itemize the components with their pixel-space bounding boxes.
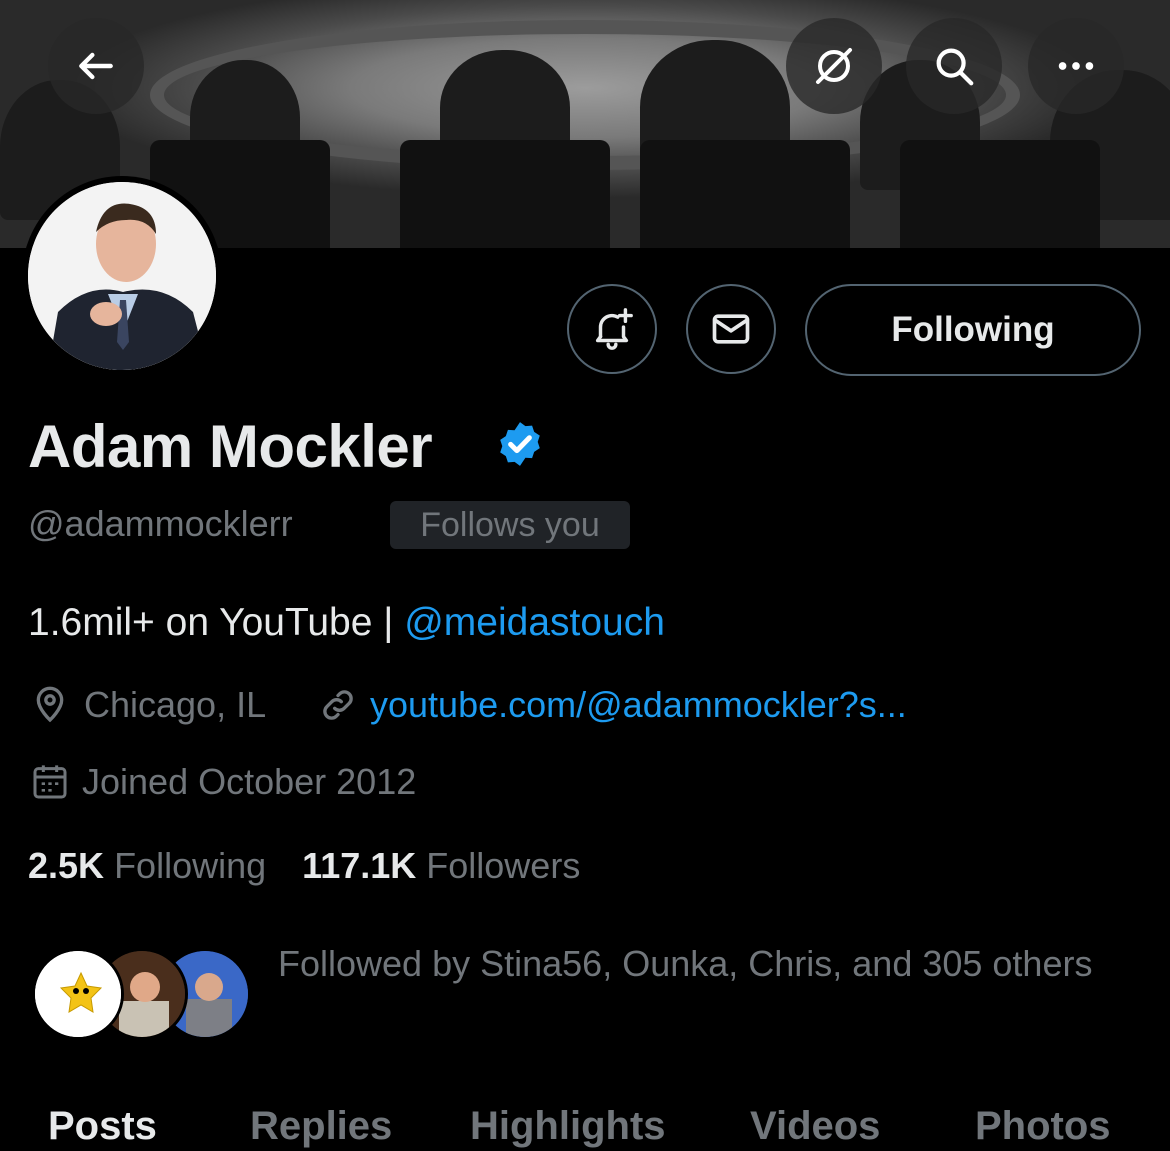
- person-illustration: [28, 182, 216, 370]
- profile-tabs: Posts Replies Highlights Videos Photos: [0, 1104, 1170, 1151]
- message-button[interactable]: [686, 284, 776, 374]
- more-button[interactable]: [1028, 18, 1124, 114]
- followers-label: Followers: [426, 845, 581, 886]
- follows-you-badge: Follows you: [390, 501, 630, 549]
- followers-count: 117.1K: [302, 845, 417, 886]
- translate-off-button[interactable]: [786, 18, 882, 114]
- more-icon: [1058, 62, 1094, 70]
- profile-page: Following Adam Mockler @adammocklerr Fol…: [0, 0, 1170, 1151]
- user-handle: @adammocklerr: [28, 503, 293, 544]
- avatar-photo: [28, 182, 216, 370]
- mail-icon: [712, 314, 750, 344]
- follow-stats: 2.5K Following 117.1K Followers: [28, 845, 580, 887]
- verified-badge-icon: [500, 422, 540, 466]
- bio-text: 1.6mil+ on YouTube |: [28, 601, 405, 644]
- search-icon: [936, 48, 974, 86]
- followed-by-text[interactable]: Followed by Stina56, Ounka, Chris, and 3…: [278, 935, 1098, 993]
- link-icon: [323, 690, 353, 720]
- tab-highlights[interactable]: Highlights: [470, 1104, 666, 1149]
- tab-photos[interactable]: Photos: [975, 1104, 1111, 1149]
- tab-replies[interactable]: Replies: [250, 1104, 392, 1149]
- calendar-icon: [33, 765, 67, 799]
- following-count: 2.5K: [28, 845, 105, 886]
- following-stat[interactable]: 2.5K Following: [28, 845, 266, 886]
- website-link[interactable]: youtube.com/@adammockler?s...: [370, 684, 907, 726]
- website-row[interactable]: youtube.com/@adammockler?s...: [318, 684, 907, 726]
- location-row: Chicago, IL: [30, 684, 266, 726]
- following-label: Following: [114, 845, 267, 886]
- display-name: Adam Mockler: [28, 413, 433, 480]
- arrow-left-icon: [79, 52, 113, 80]
- banner-chair: [640, 140, 850, 248]
- back-button[interactable]: [48, 18, 144, 114]
- location-pin-icon: [36, 686, 64, 723]
- tab-posts[interactable]: Posts: [48, 1104, 157, 1149]
- profile-bio: 1.6mil+ on YouTube | @meidastouch: [28, 601, 665, 645]
- notify-button[interactable]: [567, 284, 657, 374]
- following-button[interactable]: Following: [805, 284, 1141, 376]
- joined-row: Joined October 2012: [30, 761, 416, 803]
- translate-off-icon: [816, 48, 852, 84]
- location-text: Chicago, IL: [84, 684, 267, 725]
- search-button[interactable]: [906, 18, 1002, 114]
- followers-stat[interactable]: 117.1K Followers: [302, 845, 580, 886]
- profile-avatar[interactable]: [22, 176, 222, 376]
- banner-chair: [900, 140, 1100, 248]
- tab-videos[interactable]: Videos: [750, 1104, 880, 1149]
- joined-text: Joined October 2012: [82, 761, 417, 802]
- bio-mention-link[interactable]: @meidastouch: [404, 601, 665, 644]
- mutual-follower-avatar[interactable]: [32, 948, 124, 1040]
- bell-plus-icon: [595, 308, 633, 350]
- banner-chair: [400, 140, 610, 248]
